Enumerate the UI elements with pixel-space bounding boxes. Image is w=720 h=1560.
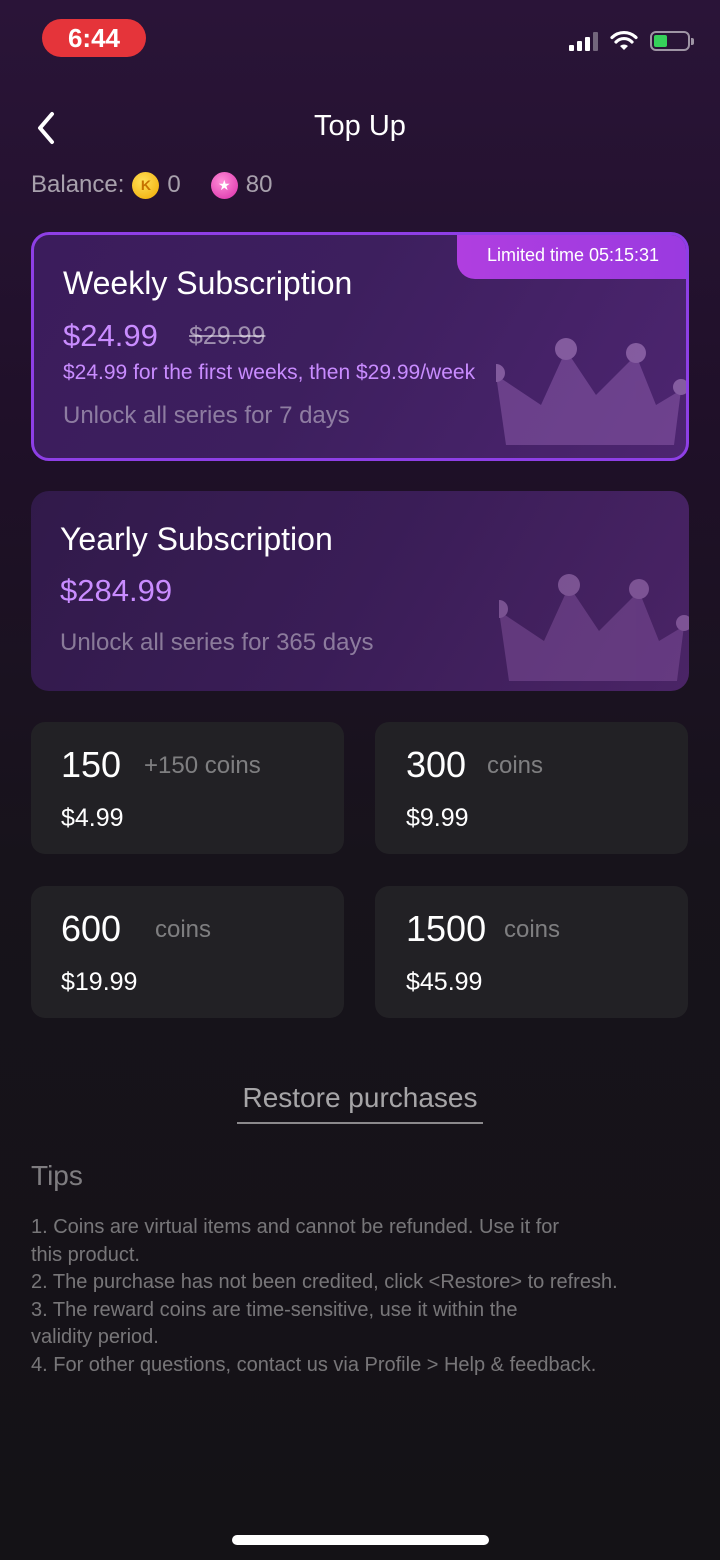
weekly-description: Unlock all series for 7 days xyxy=(63,402,350,429)
crown-icon xyxy=(496,338,686,445)
pack-amount: 1500 xyxy=(406,908,487,949)
status-time: 6:44 xyxy=(42,19,146,57)
coin-pack-150[interactable]: 150 +150 coins $4.99 xyxy=(31,722,344,854)
pack-extra: coins xyxy=(504,916,561,943)
pack-amount: 150 xyxy=(61,744,122,785)
bonus-coin-icon: ★ xyxy=(210,171,238,199)
battery-icon xyxy=(650,31,694,51)
wifi-icon xyxy=(610,30,638,50)
pack-price: $9.99 xyxy=(406,804,469,832)
coin-pack-600[interactable]: 600 coins $19.99 xyxy=(31,886,344,1018)
yearly-title: Yearly Subscription xyxy=(60,521,333,557)
pack-extra: coins xyxy=(155,916,212,943)
status-icons xyxy=(569,30,694,52)
restore-purchases-link[interactable]: Restore purchases xyxy=(237,1082,483,1124)
tip-item: 3. The reward coins are time-sensitive, … xyxy=(31,1298,518,1349)
bonus-coin-balance: 80 xyxy=(245,171,273,198)
limited-time-badge: Limited time 05:15:31 xyxy=(457,235,686,279)
signal-icon xyxy=(569,31,598,51)
tip-item: 4. For other questions, contact us via P… xyxy=(31,1353,597,1376)
pack-amount: 300 xyxy=(406,744,467,785)
balance-label: Balance: xyxy=(31,171,125,198)
weekly-title: Weekly Subscription xyxy=(63,265,353,301)
coin-pack-1500[interactable]: 1500 coins $45.99 xyxy=(375,886,688,1018)
tip-item: 2. The purchase has not been credited, c… xyxy=(31,1271,618,1293)
gold-coin-balance: 0 xyxy=(167,171,181,198)
pack-extra: +150 coins xyxy=(144,752,261,779)
crown-icon xyxy=(499,574,689,681)
pack-price: $19.99 xyxy=(61,968,138,996)
tips-title: Tips xyxy=(31,1160,83,1191)
yearly-description: Unlock all series for 365 days xyxy=(60,629,374,656)
pack-price: $4.99 xyxy=(61,804,124,832)
tips-list: 1. Coins are virtual items and cannot be… xyxy=(31,1214,671,1379)
balance-row: Balance: K 0 ★ 80 xyxy=(31,171,272,199)
weekly-old-price: $29.99 xyxy=(189,322,266,350)
weekly-subscription-card[interactable]: Limited time 05:15:31 Weekly Subscriptio… xyxy=(31,232,689,461)
gold-coin-icon: K xyxy=(132,171,160,199)
yearly-subscription-card[interactable]: Yearly Subscription $284.99 Unlock all s… xyxy=(31,491,689,691)
pack-price: $45.99 xyxy=(406,968,483,996)
tip-item: 1. Coins are virtual items and cannot be… xyxy=(31,1216,560,1266)
weekly-price-note: $24.99 for the first weeks, then $29.99/… xyxy=(63,361,476,384)
weekly-price: $24.99 xyxy=(63,318,158,353)
page-title: Top Up xyxy=(314,110,406,142)
home-indicator xyxy=(232,1535,489,1545)
pack-extra: coins xyxy=(487,752,544,779)
pack-amount: 600 xyxy=(61,908,122,949)
yearly-price: $284.99 xyxy=(60,573,173,608)
coin-pack-300[interactable]: 300 coins $9.99 xyxy=(375,722,688,854)
